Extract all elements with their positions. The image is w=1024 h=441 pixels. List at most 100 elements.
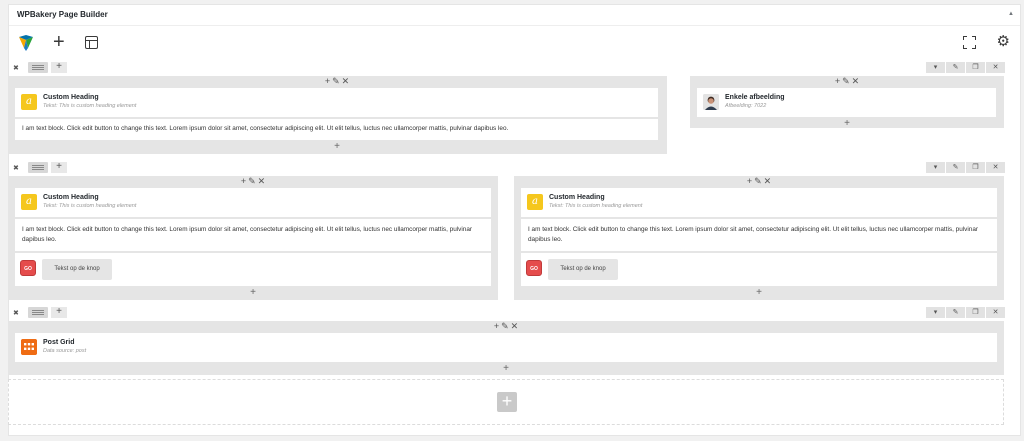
add-row-button[interactable]: + (497, 392, 517, 412)
element-title: Custom Heading (43, 194, 99, 201)
pencil-icon[interactable]: ✎ (332, 76, 340, 86)
element-title: Post Grid (43, 339, 75, 346)
column-tools: + ✎ ✕ (240, 176, 266, 187)
element-subtitle: Tekst: This is custom heading element (43, 203, 137, 209)
column: + ✎ ✕ a Custom Heading Tekst: This is cust… (8, 176, 498, 300)
plus-icon[interactable]: + (241, 176, 246, 186)
text-block-element[interactable]: I am text block. Click edit button to ch… (521, 219, 997, 251)
triangle-up-icon[interactable]: ▲ (1008, 11, 1014, 17)
column: + ✎ ✕ Enkele afbeelding Afbeelding: 7022 + (690, 76, 1004, 129)
row-layout-button[interactable] (28, 307, 48, 318)
button-preview: Tekst op de knop (42, 259, 112, 280)
element-subtitle: Tekst: This is custom heading element (43, 103, 137, 109)
plus-icon[interactable]: + (325, 76, 330, 86)
avatar (703, 94, 719, 110)
gear-icon[interactable]: ⚙ (997, 32, 1010, 52)
row-layout-button[interactable] (28, 62, 48, 73)
post-grid-element[interactable]: Post Grid Data source: post (15, 333, 997, 362)
pencil-icon[interactable]: ✎ (946, 62, 965, 73)
add-element-icon[interactable]: + (250, 288, 256, 298)
move-icon[interactable]: ✖ (13, 309, 19, 317)
column-controls: ▾ ✎ ❐ ✕ (926, 162, 1005, 173)
dropdown-icon[interactable]: ▾ (926, 62, 945, 73)
column-tools: + ✎ ✕ (493, 321, 519, 332)
element-title: Enkele afbeelding (725, 94, 785, 101)
button-preview: Tekst op de knop (548, 259, 618, 280)
element-subtitle: Data source: post (43, 348, 87, 354)
clone-icon[interactable]: ❐ (966, 162, 985, 173)
custom-heading-element[interactable]: a Custom Heading Tekst: This is custom h… (521, 188, 997, 217)
element-title: Custom Heading (549, 194, 605, 201)
close-icon[interactable]: ✕ (511, 321, 519, 331)
button-element[interactable]: GO Tekst op de knop (15, 253, 491, 286)
column: + ✎ ✕ Post Grid Data source: post + (8, 321, 1004, 375)
template-icon[interactable] (85, 36, 98, 49)
dropdown-icon[interactable]: ▾ (926, 307, 945, 318)
element-subtitle: Tekst: This is custom heading element (549, 203, 643, 209)
plus-icon[interactable]: + (835, 76, 840, 86)
close-icon[interactable]: ✕ (764, 176, 772, 186)
custom-heading-element[interactable]: a Custom Heading Tekst: This is custom h… (15, 188, 491, 217)
add-element-icon[interactable]: + (844, 119, 850, 129)
close-icon[interactable]: ✕ (258, 176, 266, 186)
move-icon[interactable]: ✖ (13, 64, 19, 72)
element-title: Custom Heading (43, 94, 99, 101)
pencil-icon[interactable]: ✎ (842, 76, 850, 86)
clone-icon[interactable]: ❐ (966, 307, 985, 318)
pencil-icon[interactable]: ✎ (946, 307, 965, 318)
add-element-icon[interactable]: + (756, 288, 762, 298)
heading-icon: a (21, 194, 37, 210)
column: + ✎ ✕ a Custom Heading Tekst: This is cust… (514, 176, 1004, 300)
element-subtitle: Afbeelding: 7022 (725, 103, 767, 109)
row-2: ✖ + ▾ ✎ ❐ ✕ + ✎ ✕ a Custom Heading Tekst: … (8, 162, 1005, 300)
add-column-button[interactable]: + (51, 162, 67, 173)
button-icon: GO (20, 260, 36, 276)
row-1: ✖ + ▾ ✎ ❐ ✕ + ✎ ✕ a Custom Heading Tekst: … (8, 62, 1005, 154)
close-icon[interactable]: ✕ (986, 162, 1005, 173)
row-layout-button[interactable] (28, 162, 48, 173)
heading-icon: a (21, 94, 37, 110)
text-block-element[interactable]: I am text block. Click edit button to ch… (15, 219, 491, 251)
add-column-button[interactable]: + (51, 62, 67, 73)
button-element[interactable]: GO Tekst op de knop (521, 253, 997, 286)
close-icon[interactable]: ✕ (852, 76, 860, 86)
panel-header: WPBakery Page Builder ▲ (9, 5, 1020, 26)
add-element-icon[interactable]: + (53, 32, 65, 52)
add-element-icon[interactable]: + (334, 142, 340, 152)
add-row-area: + (8, 379, 1004, 425)
custom-heading-element[interactable]: a Custom Heading Tekst: This is custom h… (15, 88, 658, 117)
close-icon[interactable]: ✕ (342, 76, 350, 86)
pencil-icon[interactable]: ✎ (754, 176, 762, 186)
pencil-icon[interactable]: ✎ (946, 162, 965, 173)
panel-title: WPBakery Page Builder (17, 10, 108, 19)
grid-icon (21, 339, 37, 355)
column-tools: + ✎ ✕ (746, 176, 772, 187)
column-tools: + ✎ ✕ (834, 76, 860, 87)
column-tools: + ✎ ✕ (324, 76, 350, 87)
pencil-icon[interactable]: ✎ (248, 176, 256, 186)
element-text: I am text block. Click edit button to ch… (22, 125, 509, 132)
add-column-button[interactable]: + (51, 307, 67, 318)
pencil-icon[interactable]: ✎ (501, 321, 509, 331)
row-3: ✖ + ▾ ✎ ❐ ✕ + ✎ ✕ Post Grid Data source: p… (8, 307, 1005, 375)
wpbakery-logo-icon[interactable] (17, 34, 35, 52)
column-controls: ▾ ✎ ❐ ✕ (926, 307, 1005, 318)
heading-icon: a (527, 194, 543, 210)
element-text: I am text block. Click edit button to ch… (528, 226, 979, 243)
clone-icon[interactable]: ❐ (966, 62, 985, 73)
text-block-element[interactable]: I am text block. Click edit button to ch… (15, 119, 658, 140)
move-icon[interactable]: ✖ (13, 164, 19, 172)
element-text: I am text block. Click edit button to ch… (22, 226, 473, 243)
plus-icon[interactable]: + (747, 176, 752, 186)
button-icon: GO (526, 260, 542, 276)
builder-navbar: + ⚙ (9, 27, 1020, 61)
plus-icon[interactable]: + (494, 321, 499, 331)
close-icon[interactable]: ✕ (986, 62, 1005, 73)
single-image-element[interactable]: Enkele afbeelding Afbeelding: 7022 (697, 88, 996, 117)
add-element-icon[interactable]: + (503, 364, 509, 374)
column: + ✎ ✕ a Custom Heading Tekst: This is cust… (8, 76, 667, 154)
column-controls: ▾ ✎ ❐ ✕ (926, 62, 1005, 73)
close-icon[interactable]: ✕ (986, 307, 1005, 318)
fullscreen-icon[interactable] (963, 36, 976, 49)
dropdown-icon[interactable]: ▾ (926, 162, 945, 173)
